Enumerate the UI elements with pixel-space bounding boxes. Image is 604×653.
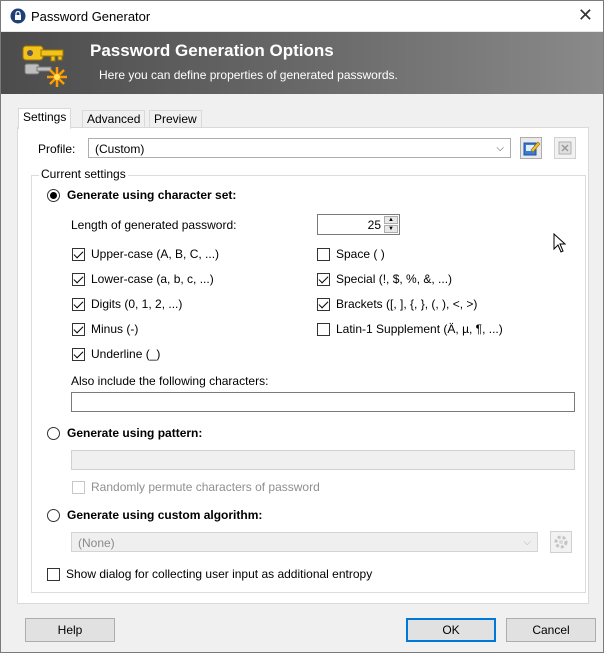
close-icon[interactable]: ✕ [578,5,593,25]
chevron-down-icon: ⌵ [496,143,504,154]
special-checkbox[interactable] [317,273,330,286]
profile-dropdown[interactable]: (Custom) ⌵ [88,138,511,158]
profile-value: (Custom) [95,142,145,156]
header-banner: Password Generation Options Here you can… [1,32,603,94]
tab-advanced[interactable]: Advanced [82,110,146,128]
chevron-down-icon: ⌵ [523,537,531,548]
permute-label: Randomly permute characters of password [91,480,320,494]
algorithm-options-button[interactable] [550,531,572,553]
delete-icon [558,141,572,155]
underline-label: Underline (_) [91,347,161,361]
gear-icon [554,535,568,549]
digits-checkbox[interactable] [72,298,85,311]
charset-radio-label: Generate using character set: [67,188,237,202]
lock-app-icon [10,8,26,24]
underline-checkbox[interactable] [72,348,85,361]
custom-algorithm-radio[interactable] [47,509,60,522]
lowercase-checkbox[interactable] [72,273,85,286]
special-label: Special (!, $, %, &, ...) [336,272,453,286]
latin1-label: Latin-1 Supplement (Ä, µ, ¶, ...) [336,322,503,336]
uppercase-label: Upper-case (A, B, C, ...) [91,247,220,261]
edit-profile-icon [523,141,541,156]
pattern-radio-label: Generate using pattern: [67,426,203,440]
digits-label: Digits (0, 1, 2, ...) [91,297,183,311]
brackets-label: Brackets ([, ], {, }, (, ), <, >) [336,297,478,311]
title-bar: Password Generator ✕ [1,1,603,32]
space-checkbox[interactable] [317,248,330,261]
latin1-checkbox[interactable] [317,323,330,336]
mouse-pointer-icon [553,233,567,253]
length-value: 25 [367,218,381,232]
delete-profile-button[interactable] [554,137,576,159]
spin-down-icon[interactable]: ▼ [384,225,398,233]
banner-title: Password Generation Options [90,41,334,60]
uppercase-checkbox[interactable] [72,248,85,261]
help-button[interactable]: Help [25,618,115,642]
tab-preview[interactable]: Preview [149,110,202,128]
spinner-buttons: ▲ ▼ [384,216,398,233]
tab-settings[interactable]: Settings [18,108,72,129]
save-profile-button[interactable] [520,137,542,159]
entropy-checkbox[interactable] [47,568,60,581]
entropy-label: Show dialog for collecting user input as… [66,567,373,581]
lowercase-label: Lower-case (a, b, c, ...) [91,272,214,286]
profile-label: Profile: [38,142,76,156]
current-settings-title: Current settings [39,167,128,181]
cancel-button[interactable]: Cancel [506,618,596,642]
minus-label: Minus (-) [91,322,139,336]
minus-checkbox[interactable] [72,323,85,336]
space-label: Space ( ) [336,247,385,261]
custom-algorithm-value: (None) [78,536,115,550]
window-title: Password Generator [31,9,151,24]
banner-subtitle: Here you can define properties of genera… [99,68,398,82]
pattern-input[interactable] [71,450,575,470]
charset-radio[interactable] [47,189,60,202]
length-spinner[interactable]: 25 ▲ ▼ [317,214,400,235]
key-generator-icon [22,45,67,87]
password-generator-dialog: Password Generator ✕ Password Generation… [0,0,604,653]
also-include-input[interactable] [71,392,575,412]
ok-button[interactable]: OK [406,618,496,642]
pattern-radio[interactable] [47,427,60,440]
custom-algorithm-radio-label: Generate using custom algorithm: [67,508,263,522]
length-label: Length of generated password: [71,218,237,232]
spin-up-icon[interactable]: ▲ [384,216,398,224]
brackets-checkbox[interactable] [317,298,330,311]
custom-algorithm-dropdown[interactable]: (None) ⌵ [71,532,538,552]
permute-checkbox[interactable] [72,481,85,494]
also-include-label: Also include the following characters: [71,374,269,388]
